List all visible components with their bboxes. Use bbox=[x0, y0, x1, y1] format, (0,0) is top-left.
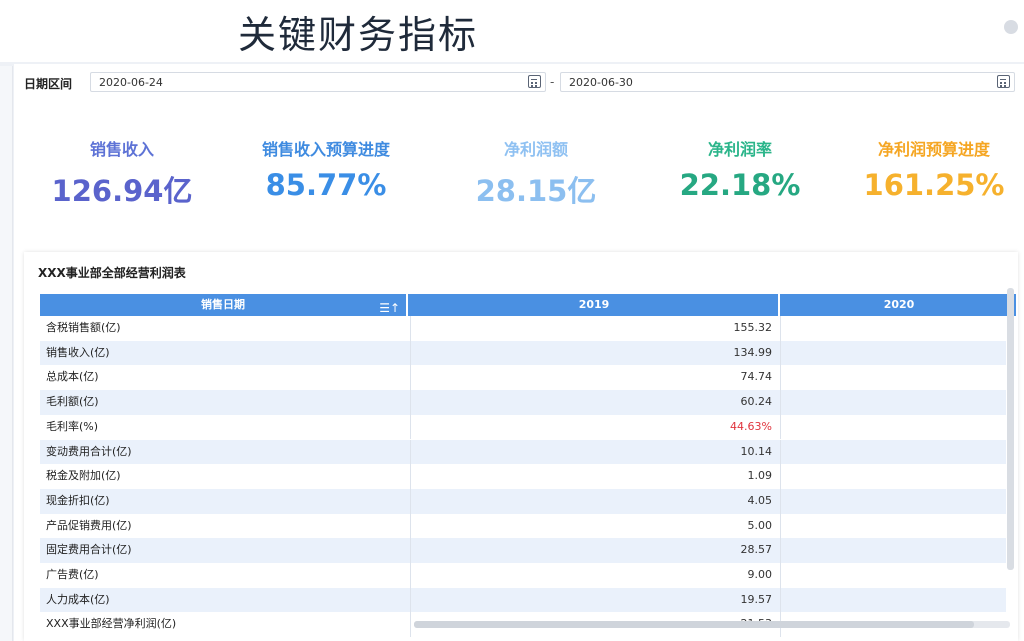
kpi-value: 126.94亿 bbox=[51, 174, 193, 208]
kpi-net-profit-margin: 净利润率 22.18% bbox=[640, 136, 840, 202]
table-row[interactable]: 毛利率(%) 44.63% bbox=[40, 414, 1006, 440]
cell-2019: 155.32 bbox=[410, 316, 772, 341]
end-date-value: 2020-06-30 bbox=[569, 76, 633, 89]
row-label: 人力成本(亿) bbox=[46, 592, 110, 606]
table-row[interactable]: 人力成本(亿) 19.57 bbox=[40, 587, 1006, 613]
kpi-label: 净利润率 bbox=[707, 140, 772, 159]
table-row[interactable]: 税金及附加(亿) 1.09 bbox=[40, 464, 1006, 489]
cell-2019: 74.74 bbox=[410, 365, 772, 391]
table-row[interactable]: 含税销售额(亿) 155.32 bbox=[40, 316, 1006, 341]
kpi-label: 净利润额 bbox=[503, 140, 568, 159]
date-separator: - bbox=[550, 75, 555, 89]
kpi-label: 净利润预算进度 bbox=[877, 140, 990, 159]
column-header-2019[interactable]: 2019 bbox=[410, 294, 780, 316]
table-row[interactable]: 广告费(亿) 9.00 bbox=[40, 563, 1006, 588]
column-header-sales-date[interactable]: 销售日期 ☰↑ bbox=[40, 294, 408, 316]
row-label: 含税销售额(亿) bbox=[46, 321, 121, 334]
calendar-icon[interactable] bbox=[528, 75, 541, 88]
table-row[interactable]: 产品促销费用(亿) 5.00 bbox=[40, 513, 1006, 539]
date-range-label: 日期区间 bbox=[24, 77, 73, 91]
row-label: 现金折扣(亿) bbox=[46, 493, 110, 507]
cell-2019: 19.57 bbox=[410, 587, 772, 613]
cell-2020 bbox=[780, 365, 1006, 391]
kpi-value: 161.25% bbox=[863, 168, 1005, 202]
cell-2019: 9.00 bbox=[410, 563, 772, 588]
kpi-value: 85.77% bbox=[265, 168, 387, 202]
vertical-scroll-thumb[interactable] bbox=[1007, 288, 1014, 570]
row-label: 产品促销费用(亿) bbox=[46, 518, 132, 532]
table-row[interactable]: 变动费用合计(亿) 10.14 bbox=[40, 439, 1006, 465]
cell-2019: 5.00 bbox=[410, 513, 772, 539]
cell-2020 bbox=[780, 563, 1006, 588]
cell-2020 bbox=[780, 390, 1006, 415]
cell-2019: 44.63% bbox=[410, 414, 772, 440]
cell-2020 bbox=[780, 538, 1006, 563]
cell-2019: 28.57 bbox=[410, 538, 772, 563]
cell-2020 bbox=[780, 587, 1006, 613]
left-panel-strip bbox=[0, 66, 13, 641]
kpi-sales-revenue: 销售收入 126.94亿 bbox=[22, 136, 222, 210]
row-label: 税金及附加(亿) bbox=[46, 469, 121, 483]
kpi-value: 22.18% bbox=[679, 168, 801, 202]
row-label: 毛利额(亿) bbox=[46, 395, 99, 409]
cell-2019: 4.05 bbox=[410, 488, 772, 514]
table-row[interactable]: 现金折扣(亿) 4.05 bbox=[40, 488, 1006, 514]
cell-2019: 134.99 bbox=[410, 340, 772, 366]
cell-2020 bbox=[780, 340, 1006, 366]
table-row[interactable]: 销售收入(亿) 134.99 bbox=[40, 340, 1006, 366]
row-label: 广告费(亿) bbox=[46, 568, 99, 581]
kpi-net-profit-budget-progress: 净利润预算进度 161.25% bbox=[834, 136, 1024, 202]
kpi-net-profit: 净利润额 28.15亿 bbox=[436, 136, 636, 210]
table-header: 销售日期 ☰↑ 2019 2020 bbox=[40, 294, 1016, 316]
table-title: XXX事业部全部经营利润表 bbox=[38, 266, 186, 280]
profit-table-card: XXX事业部全部经营利润表 销售日期 ☰↑ 2019 2020 含税销售额(亿)… bbox=[24, 252, 1018, 641]
cell-2020 bbox=[780, 513, 1006, 539]
profit-table: 销售日期 ☰↑ 2019 2020 含税销售额(亿) 155.32 销售收入(亿) 1… bbox=[40, 294, 1016, 641]
column-header-2020[interactable]: 2020 bbox=[782, 294, 1016, 316]
cell-2019: 60.24 bbox=[410, 390, 772, 415]
row-label: 变动费用合计(亿) bbox=[46, 444, 132, 458]
row-label: 销售收入(亿) bbox=[46, 345, 110, 359]
kpi-sales-budget-progress: 销售收入预算进度 85.77% bbox=[226, 136, 426, 202]
top-bar: 关键财务指标 bbox=[0, 0, 1024, 62]
cell-2020 bbox=[780, 439, 1006, 465]
date-range-filter: 日期区间 2020-06-24 - 2020-06-30 bbox=[24, 72, 1015, 94]
page-title: 关键财务指标 bbox=[238, 13, 479, 57]
row-label: 固定费用合计(亿) bbox=[46, 543, 132, 557]
cell-2019: 1.09 bbox=[410, 464, 772, 489]
cell-2020 bbox=[780, 414, 1006, 440]
table-row[interactable]: 固定费用合计(亿) 28.57 bbox=[40, 538, 1006, 563]
horizontal-scrollbar[interactable] bbox=[414, 621, 1010, 628]
end-date-input[interactable]: 2020-06-30 bbox=[560, 72, 1015, 92]
cell-2020 bbox=[780, 316, 1006, 341]
row-label: 总成本(亿) bbox=[46, 370, 99, 384]
cell-2020 bbox=[780, 488, 1006, 514]
table-row[interactable]: 总成本(亿) 74.74 bbox=[40, 365, 1006, 391]
horizontal-scroll-thumb[interactable] bbox=[414, 621, 974, 628]
kpi-value: 28.15亿 bbox=[475, 174, 597, 208]
cell-2019: 10.14 bbox=[410, 439, 772, 465]
cell-2020 bbox=[780, 464, 1006, 489]
vertical-scrollbar[interactable] bbox=[1007, 288, 1014, 570]
dashboard-content: 日期区间 2020-06-24 - 2020-06-30 销售收入 126.94… bbox=[14, 64, 1024, 641]
kpi-row: 销售收入 126.94亿 销售收入预算进度 85.77% 净利润额 28.15亿… bbox=[14, 136, 1024, 216]
calendar-icon[interactable] bbox=[997, 75, 1010, 88]
table-row[interactable]: 毛利额(亿) 60.24 bbox=[40, 390, 1006, 415]
row-label: 毛利率(%) bbox=[46, 419, 99, 433]
row-label: XXX事业部经营净利润(亿) bbox=[46, 617, 177, 631]
kpi-label: 销售收入 bbox=[89, 140, 154, 159]
window-control-icon[interactable] bbox=[1004, 20, 1018, 34]
kpi-label: 销售收入预算进度 bbox=[261, 140, 390, 159]
start-date-value: 2020-06-24 bbox=[99, 76, 163, 89]
start-date-input[interactable]: 2020-06-24 bbox=[90, 72, 546, 92]
